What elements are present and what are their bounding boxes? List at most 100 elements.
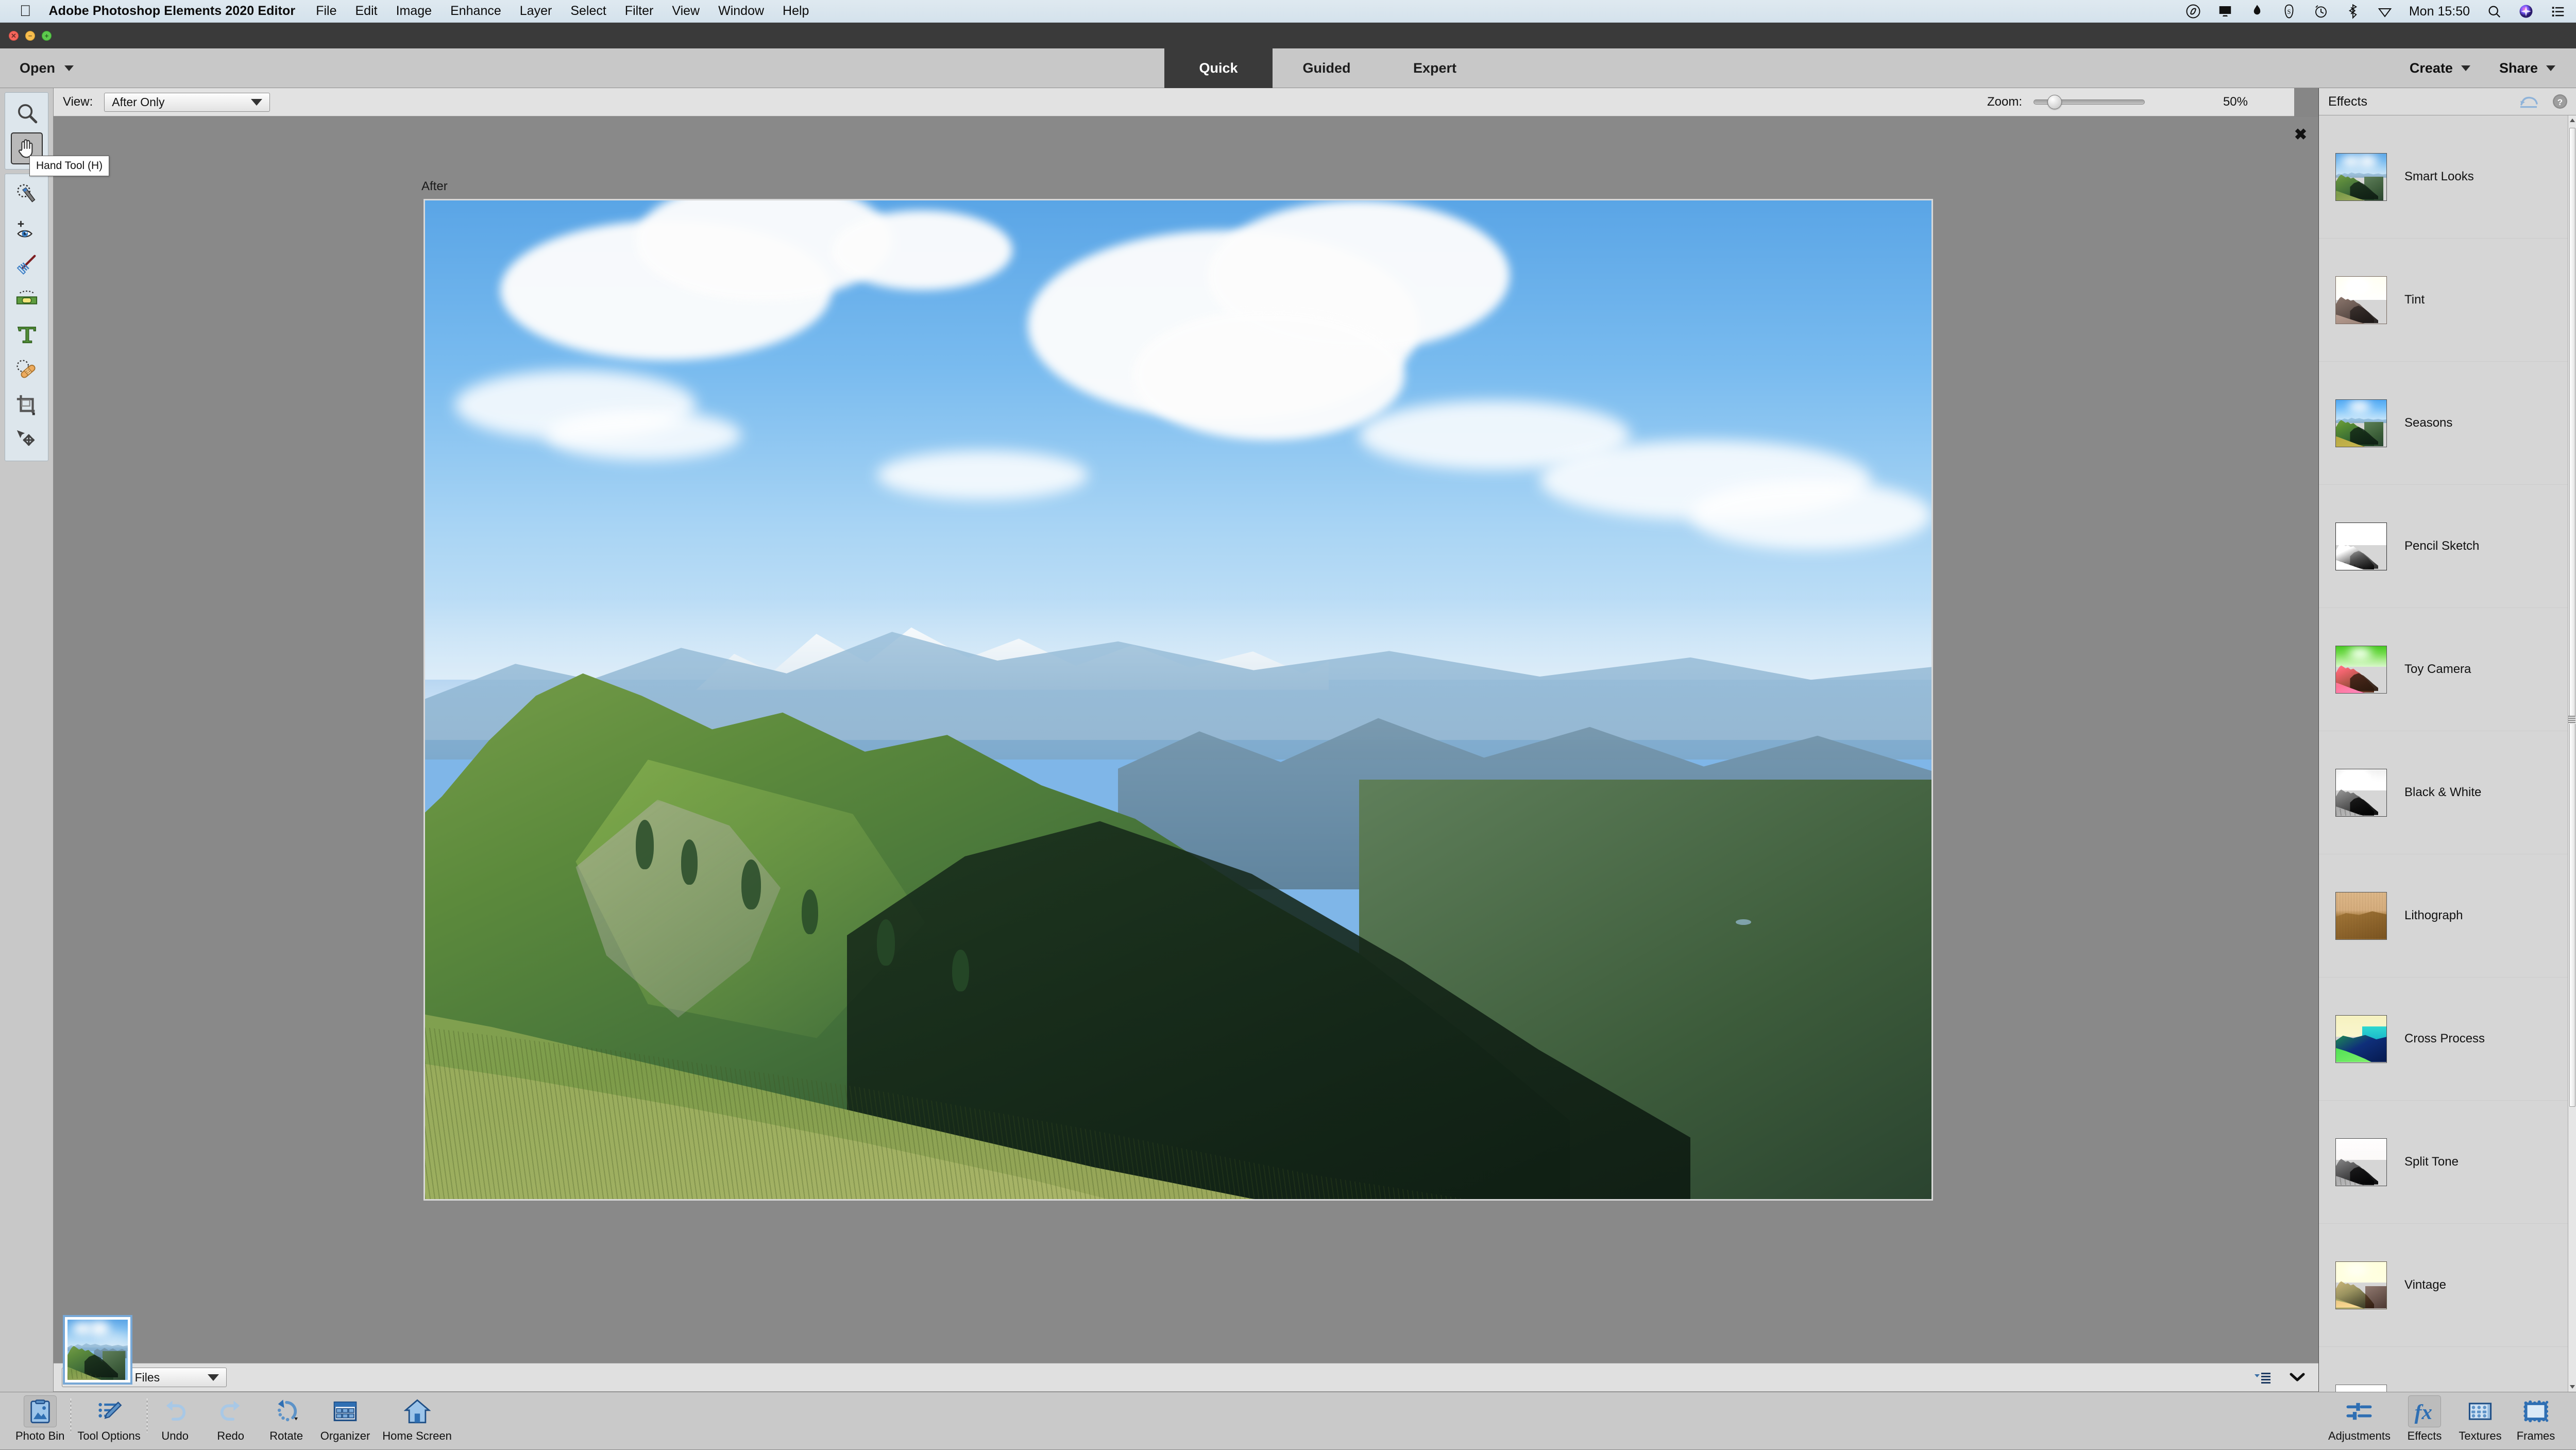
- notification-center-icon[interactable]: [2550, 4, 2566, 19]
- menu-help[interactable]: Help: [783, 4, 809, 19]
- effects-button[interactable]: fx Effects: [2397, 1392, 2452, 1450]
- partial-next-thumb: [2335, 1385, 2387, 1392]
- create-button[interactable]: Create: [2410, 60, 2470, 76]
- window-minimize-button[interactable]: −: [25, 31, 35, 41]
- textures-button[interactable]: Textures: [2452, 1392, 2508, 1450]
- menu-edit[interactable]: Edit: [355, 4, 377, 19]
- effects-scrollbar[interactable]: [2568, 115, 2576, 1392]
- menubar-clock[interactable]: Mon 15:50: [2409, 4, 2470, 19]
- magnifier-icon: [15, 102, 39, 125]
- apple-icon[interactable]: : [20, 4, 31, 19]
- lithograph-thumb: [2335, 892, 2387, 940]
- quick-selection-tool-button[interactable]: [5, 177, 48, 212]
- effect-item-black-white[interactable]: Black & White: [2319, 731, 2568, 854]
- active-app-name: Adobe Photoshop Elements 2020 Editor: [49, 4, 296, 19]
- creative-cloud-icon[interactable]: [2185, 4, 2201, 19]
- menu-view[interactable]: View: [672, 4, 700, 19]
- frames-button[interactable]: Frames: [2508, 1392, 2564, 1450]
- effect-item-cross-process[interactable]: Cross Process: [2319, 977, 2568, 1101]
- scrollbar-grip-icon[interactable]: [2568, 716, 2575, 724]
- effect-label: Black & White: [2404, 785, 2481, 800]
- effect-item-split-tone[interactable]: Split Tone: [2319, 1101, 2568, 1224]
- tab-guided[interactable]: Guided: [1273, 48, 1381, 88]
- tab-expert[interactable]: Expert: [1381, 48, 1489, 88]
- photo-cloud: [877, 450, 1088, 500]
- spotlight-search-icon[interactable]: [2486, 4, 2502, 19]
- crop-tool-button[interactable]: [5, 387, 48, 423]
- collapse-chevron-icon[interactable]: [2290, 1371, 2305, 1384]
- chevron-down-icon: [208, 1374, 219, 1381]
- effect-item-toy-camera[interactable]: Toy Camera: [2319, 608, 2568, 731]
- open-button[interactable]: Open: [20, 57, 74, 79]
- chevron-down-icon: [2461, 65, 2470, 71]
- effects-list[interactable]: Smart Looks Tint Seasons: [2319, 115, 2568, 1392]
- home-screen-button[interactable]: Home Screen: [376, 1392, 458, 1450]
- photo-bin-thumbnail-item[interactable]: [63, 1315, 132, 1385]
- effect-item-partial-next[interactable]: [2319, 1347, 2568, 1392]
- display-icon[interactable]: [2217, 4, 2233, 19]
- redo-button[interactable]: Redo: [203, 1392, 259, 1450]
- taskbar-label: Organizer: [320, 1429, 370, 1443]
- taskbar-left-group: Photo Bin Tool Options Undo: [0, 1392, 458, 1450]
- svg-text:S: S: [2287, 8, 2291, 15]
- view-mode-select[interactable]: After Only: [104, 93, 270, 112]
- taskbar-label: Undo: [161, 1429, 189, 1443]
- wifi-icon[interactable]: [2377, 4, 2393, 19]
- photo-cloud: [1690, 480, 1931, 550]
- zoom-percentage-value: 50%: [2223, 95, 2248, 109]
- whiten-teeth-tool-button[interactable]: [5, 247, 48, 282]
- window-maximize-button[interactable]: +: [42, 31, 52, 41]
- effect-item-smart-looks[interactable]: Smart Looks: [2319, 115, 2568, 239]
- pencil-sketch-thumb: [2335, 522, 2387, 570]
- red-eye-removal-tool-button[interactable]: [5, 212, 48, 247]
- share-button[interactable]: Share: [2499, 60, 2555, 76]
- zoom-slider[interactable]: [2033, 99, 2145, 105]
- adjustments-button[interactable]: Adjustments: [2322, 1392, 2397, 1450]
- undo-button[interactable]: Undo: [147, 1392, 203, 1450]
- menu-window[interactable]: Window: [718, 4, 764, 19]
- rotate-button[interactable]: Rotate: [259, 1392, 314, 1450]
- menu-filter[interactable]: Filter: [625, 4, 654, 19]
- scrollbar-thumb[interactable]: [2569, 128, 2575, 1107]
- effect-label: Toy Camera: [2404, 662, 2471, 677]
- straighten-tool-button[interactable]: [5, 282, 48, 317]
- bin-options-menu-icon[interactable]: [2253, 1370, 2272, 1385]
- dropbox-s-icon[interactable]: S: [2281, 4, 2297, 19]
- photo-bin-icon: [27, 1398, 54, 1425]
- effect-item-tint[interactable]: Tint: [2319, 239, 2568, 362]
- reset-undo-icon[interactable]: [2518, 93, 2540, 110]
- type-tool-button[interactable]: [5, 317, 48, 352]
- bluetooth-icon[interactable]: [2345, 4, 2361, 19]
- image-canvas[interactable]: [423, 199, 1933, 1201]
- organizer-button[interactable]: Organizer: [314, 1392, 377, 1450]
- zoom-tool-button[interactable]: [5, 96, 48, 131]
- home-house-icon: [404, 1398, 431, 1425]
- close-document-icon[interactable]: ✖: [2294, 127, 2307, 143]
- tool-options-button[interactable]: Tool Options: [71, 1392, 146, 1450]
- tab-quick[interactable]: Quick: [1164, 48, 1273, 88]
- photo-bin-button[interactable]: Photo Bin: [9, 1392, 71, 1450]
- sliders-icon: [2346, 1398, 2372, 1425]
- help-icon[interactable]: ?: [2551, 93, 2569, 110]
- undo-arrow-icon: [162, 1398, 189, 1425]
- siri-icon[interactable]: [2518, 4, 2534, 19]
- menu-layer[interactable]: Layer: [520, 4, 552, 19]
- move-tool-button[interactable]: [5, 423, 48, 458]
- scroll-up-arrow-icon[interactable]: [2570, 119, 2575, 122]
- menu-file[interactable]: File: [316, 4, 336, 19]
- time-machine-icon[interactable]: [2313, 4, 2329, 19]
- flame-icon[interactable]: [2249, 4, 2265, 19]
- menu-image[interactable]: Image: [396, 4, 432, 19]
- smart-looks-thumb: [2335, 153, 2387, 201]
- zoom-slider-thumb[interactable]: [2047, 95, 2062, 109]
- window-close-button[interactable]: ✕: [9, 31, 19, 41]
- spot-healing-brush-tool-button[interactable]: [5, 352, 48, 387]
- menu-enhance[interactable]: Enhance: [450, 4, 501, 19]
- effect-item-vintage[interactable]: Vintage: [2319, 1224, 2568, 1347]
- menu-select[interactable]: Select: [570, 4, 606, 19]
- effect-item-lithograph[interactable]: Lithograph: [2319, 854, 2568, 977]
- scroll-down-arrow-icon[interactable]: [2570, 1385, 2575, 1389]
- effect-item-pencil-sketch[interactable]: Pencil Sketch: [2319, 485, 2568, 608]
- effect-item-seasons[interactable]: Seasons: [2319, 362, 2568, 485]
- photo-tree: [636, 820, 654, 870]
